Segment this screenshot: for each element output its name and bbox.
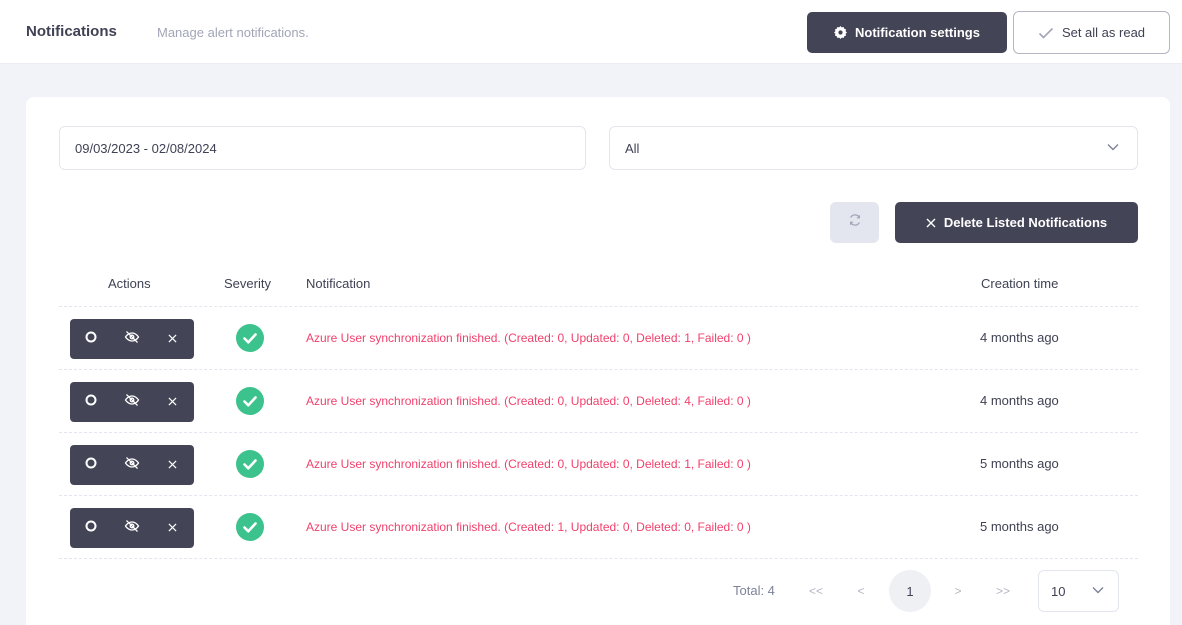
severity-success-icon [236,513,264,541]
column-header-actions[interactable]: Actions [108,276,151,291]
delete-button[interactable] [152,382,193,422]
first-page-button[interactable]: << [795,570,837,612]
set-all-as-read-label: Set all as read [1061,25,1146,40]
next-page-button[interactable]: > [937,570,979,612]
eye-slash-icon [124,456,140,475]
hide-button[interactable] [111,445,152,485]
mark-read-button[interactable] [70,445,111,485]
chevron-down-icon [1092,586,1104,594]
circle-icon [85,393,97,411]
mark-read-button[interactable] [70,382,111,422]
close-icon [168,393,177,411]
delete-button[interactable] [152,319,193,359]
notification-text: Azure User synchronization finished. (Cr… [306,520,751,534]
check-icon [1038,27,1054,39]
eye-slash-icon [124,393,140,412]
table-row: Azure User synchronization finished. (Cr… [0,370,1182,433]
delete-button[interactable] [152,508,193,548]
severity-success-icon [236,450,264,478]
date-range-input[interactable]: 09/03/2023 - 02/08/2024 [59,126,586,170]
top-bar: Notifications Manage alert notifications… [0,0,1182,64]
creation-time: 5 months ago [980,456,1059,471]
notification-settings-label: Notification settings [855,25,980,40]
page-title: Notifications [26,23,117,40]
delete-listed-notifications-button[interactable]: Delete Listed Notifications [895,202,1138,243]
mark-read-button[interactable] [70,319,111,359]
eye-slash-icon [124,330,140,349]
notification-text: Azure User synchronization finished. (Cr… [306,457,751,471]
page-size-value: 10 [1051,583,1066,599]
hide-button[interactable] [111,382,152,422]
column-header-severity[interactable]: Severity [224,276,271,291]
notification-settings-button[interactable]: Notification settings [807,12,1007,53]
notification-text: Azure User synchronization finished. (Cr… [306,331,751,345]
table-row: Azure User synchronization finished. (Cr… [0,307,1182,370]
pagination: Total: 4 << < 1 > >> 10 [0,570,1182,612]
previous-page-button[interactable]: < [840,570,882,612]
close-icon [926,218,936,228]
row-actions [70,508,194,548]
refresh-icon [848,213,862,232]
close-icon [168,519,177,537]
close-icon [168,330,177,348]
mark-read-button[interactable] [70,508,111,548]
type-filter-value: All [625,140,640,156]
hide-button[interactable] [111,508,152,548]
refresh-button[interactable] [830,202,879,243]
close-icon [168,456,177,474]
current-page-button[interactable]: 1 [889,570,931,612]
row-divider [59,558,1138,559]
delete-listed-label: Delete Listed Notifications [943,215,1108,230]
chevron-down-icon [1107,143,1119,151]
row-actions [70,319,194,359]
hide-button[interactable] [111,319,152,359]
row-actions [70,445,194,485]
severity-success-icon [236,324,264,352]
creation-time: 5 months ago [980,519,1059,534]
circle-icon [85,456,97,474]
gear-icon [834,26,848,39]
notification-text: Azure User synchronization finished. (Cr… [306,394,751,408]
table-row: Azure User synchronization finished. (Cr… [0,496,1182,559]
eye-slash-icon [124,519,140,538]
table-row: Azure User synchronization finished. (Cr… [0,433,1182,496]
type-filter-select[interactable]: All [609,126,1138,170]
set-all-as-read-button[interactable]: Set all as read [1013,11,1170,54]
delete-button[interactable] [152,445,193,485]
creation-time: 4 months ago [980,393,1059,408]
circle-icon [85,330,97,348]
circle-icon [85,519,97,537]
severity-success-icon [236,387,264,415]
page-subtitle: Manage alert notifications. [157,25,309,40]
last-page-button[interactable]: >> [982,570,1024,612]
column-header-notification[interactable]: Notification [306,276,370,291]
row-actions [70,382,194,422]
creation-time: 4 months ago [980,330,1059,345]
page-size-select[interactable]: 10 [1038,570,1119,612]
total-count: Total: 4 [733,583,775,598]
column-header-creation-time[interactable]: Creation time [981,276,1058,291]
